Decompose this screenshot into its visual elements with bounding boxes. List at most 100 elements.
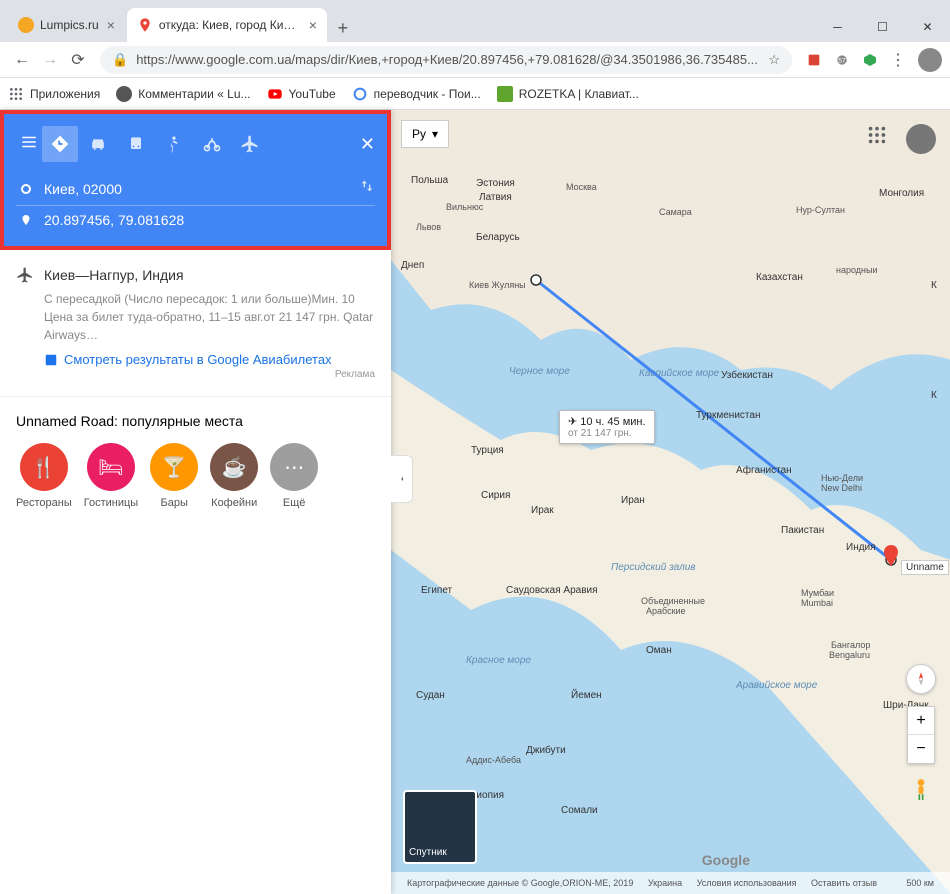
plane-icon: ✈	[568, 416, 577, 428]
zoom-out-button[interactable]: −	[908, 735, 934, 763]
bookmark-label: переводчик - Пои...	[374, 87, 481, 101]
close-icon[interactable]: ×	[309, 17, 317, 33]
mode-transit[interactable]	[118, 126, 154, 162]
svg-text:57: 57	[838, 57, 846, 64]
forward-button[interactable]: →	[36, 46, 64, 74]
popular-places: Unnamed Road: популярные места 🍴Ресторан…	[0, 397, 391, 525]
terms-link[interactable]: Условия использования	[697, 878, 797, 888]
popular-item[interactable]: 🛏Гостиницы	[84, 443, 138, 509]
feedback-link[interactable]: Оставить отзыв	[811, 878, 877, 888]
lock-icon: 🔒	[112, 52, 128, 68]
mode-flight[interactable]	[232, 126, 268, 162]
directions-box: ✕	[0, 110, 391, 250]
popular-item[interactable]: 🍸Бары	[150, 443, 198, 509]
youtube-icon	[267, 86, 283, 102]
url-text: https://www.google.com.ua/maps/dir/Киев,…	[136, 52, 758, 67]
address-bar: ← → ⟳ 🔒 https://www.google.com.ua/maps/d…	[0, 42, 950, 78]
chevron-down-icon: ▾	[432, 127, 438, 141]
bookmark-label: Комментарии « Lu...	[138, 87, 250, 101]
rozetka-icon	[497, 86, 513, 102]
language-selector[interactable]: Ру ▾	[401, 120, 449, 148]
scale-text: 500 км	[906, 878, 934, 888]
menu-icon[interactable]: ⋮	[887, 49, 909, 71]
close-icon[interactable]: ×	[107, 17, 115, 33]
popular-item[interactable]: 🍴Рестораны	[16, 443, 72, 509]
flight-tooltip[interactable]: ✈ 10 ч. 45 мин. от 21 147 грн.	[559, 410, 655, 444]
popular-label: Кофейни	[211, 497, 257, 509]
new-tab-button[interactable]: +	[329, 14, 357, 42]
extension-icon[interactable]	[859, 49, 881, 71]
satellite-label: Спутник	[409, 847, 447, 858]
apps-icon	[8, 86, 24, 102]
close-icon[interactable]: ✕	[360, 134, 375, 155]
mode-car[interactable]	[80, 126, 116, 162]
destination-input[interactable]	[44, 212, 375, 228]
satellite-toggle[interactable]: Спутник	[403, 790, 477, 864]
map-svg	[391, 110, 950, 894]
browser-titlebar: Lumpics.ru × откуда: Киев, город Киев; к…	[0, 0, 950, 42]
map-canvas[interactable]: Ру ▾ ✈ 10 ч. 45 мин. от 21 147 грн. Unna…	[391, 110, 950, 894]
popular-icon: 🍴	[20, 443, 68, 491]
back-button[interactable]: ←	[8, 46, 36, 74]
bookmark-item[interactable]: переводчик - Пои...	[352, 86, 481, 102]
collapse-panel-button[interactable]	[391, 455, 413, 503]
zoom-in-button[interactable]: +	[908, 707, 934, 735]
mode-best[interactable]	[42, 126, 78, 162]
apps-icon[interactable]	[866, 124, 892, 150]
map-controls: + −	[906, 664, 936, 804]
maximize-button[interactable]: ☐	[860, 12, 905, 42]
bookmark-item[interactable]: Комментарии « Lu...	[116, 86, 250, 102]
mode-bike[interactable]	[194, 126, 230, 162]
close-button[interactable]: ✕	[905, 12, 950, 42]
window-controls: ─ ☐ ✕	[815, 12, 950, 42]
popular-label: Бары	[161, 497, 188, 509]
profile-avatar[interactable]	[918, 48, 942, 72]
compass-button[interactable]	[906, 664, 936, 694]
browser-tab[interactable]: откуда: Киев, город Киев; куда ×	[127, 8, 327, 42]
menu-icon[interactable]	[16, 129, 42, 160]
flight-result-card[interactable]: Киев—Нагпур, Индия С пересадкой (Число п…	[0, 250, 391, 397]
popular-item[interactable]: ⋯ Ещё	[270, 443, 318, 509]
swap-icon[interactable]	[359, 178, 375, 199]
apps-button[interactable]: Приложения	[8, 86, 100, 102]
flight-title: Киев—Нагпур, Индия	[44, 267, 184, 283]
popular-label: Гостиницы	[84, 497, 138, 509]
favicon	[18, 17, 34, 33]
country-text: Украина	[648, 878, 682, 888]
mode-walk[interactable]	[156, 126, 192, 162]
google-icon	[352, 86, 368, 102]
main-content: ✕ Киев—Нагпур, Индия С пересадкой (Число	[0, 110, 950, 894]
extension-icon[interactable]: 57	[831, 49, 853, 71]
map-top-right-controls	[866, 124, 936, 154]
origin-marker-icon	[16, 183, 36, 195]
google-logo: Google	[702, 852, 750, 868]
star-icon[interactable]: ☆	[768, 52, 780, 68]
user-avatar[interactable]	[906, 124, 936, 154]
origin-input[interactable]	[44, 181, 351, 197]
popular-title: Unnamed Road: популярные места	[16, 413, 375, 429]
minimize-button[interactable]: ─	[815, 12, 860, 42]
bookmarks-bar: Приложения Комментарии « Lu... YouTube п…	[0, 78, 950, 110]
popular-icon: ⋯	[270, 443, 318, 491]
browser-tab[interactable]: Lumpics.ru ×	[8, 8, 125, 42]
pegman-button[interactable]	[907, 776, 935, 804]
destination-marker-icon	[16, 213, 36, 227]
flight-link[interactable]: Смотреть результаты в Google Авиабилетах	[44, 352, 375, 367]
lang-label: Ру	[412, 127, 426, 141]
flight-time: 10 ч. 45 мин.	[580, 416, 645, 428]
bookmark-item[interactable]: YouTube	[267, 86, 336, 102]
tab-title: откуда: Киев, город Киев; куда	[159, 18, 301, 32]
omnibox[interactable]: 🔒 https://www.google.com.ua/maps/dir/Кие…	[100, 46, 792, 74]
extension-icon[interactable]	[803, 49, 825, 71]
popular-item[interactable]: ☕ Кофейни	[210, 443, 258, 509]
zoom-controls: + −	[907, 706, 935, 764]
map-footer: Картографические данные © Google,ORION-M…	[391, 872, 950, 894]
favicon	[137, 17, 153, 33]
flight-price: от 21 147 грн.	[568, 428, 646, 439]
ad-label: Реклама	[16, 369, 375, 380]
popular-label: Ещё	[283, 497, 306, 509]
reload-button[interactable]: ⟳	[64, 46, 92, 74]
popular-icon: ☕	[210, 443, 258, 491]
flight-subtitle: С пересадкой (Число пересадок: 1 или бол…	[44, 290, 375, 344]
bookmark-item[interactable]: ROZETKA | Клавиат...	[497, 86, 639, 102]
